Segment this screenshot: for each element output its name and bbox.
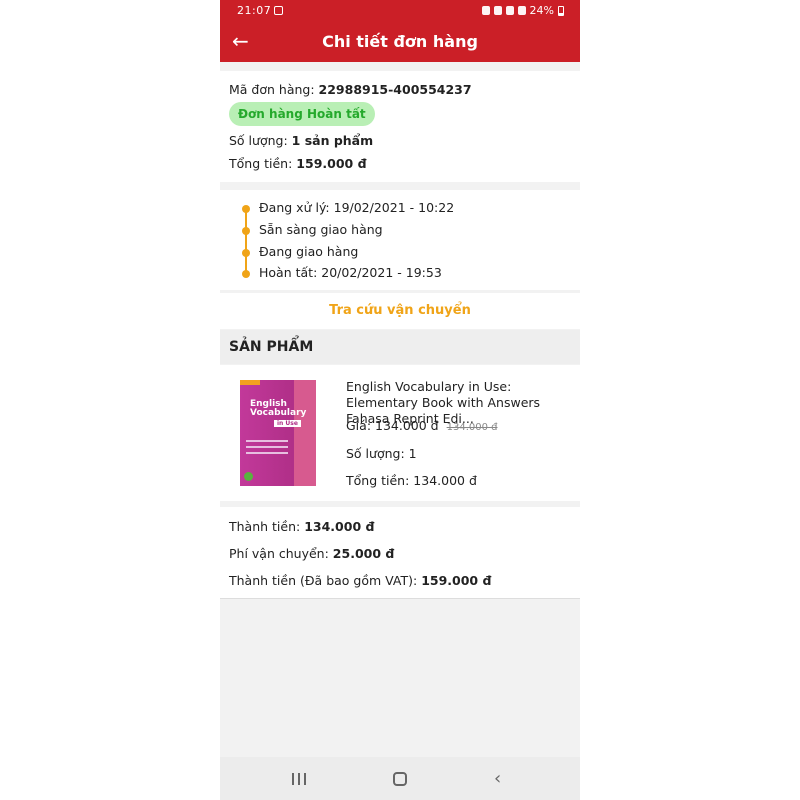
order-code-row: Mã đơn hàng: 22988915-400554237 xyxy=(229,82,472,97)
timeline-step: Sẵn sàng giao hàng xyxy=(259,222,383,237)
status-badge: Đơn hàng Hoàn tất xyxy=(229,102,375,126)
timeline-step: Hoàn tất: 20/02/2021 - 19:53 xyxy=(259,265,442,280)
product-cover-image[interactable]: English Vocabulary in Use xyxy=(240,380,316,486)
order-info-card: Mã đơn hàng: 22988915-400554237 Đơn hàng… xyxy=(220,71,580,182)
product-subtotal: 134.000 đ xyxy=(413,473,477,488)
battery-percent: 24% xyxy=(529,4,554,17)
home-icon[interactable] xyxy=(393,772,407,786)
page-title: Chi tiết đơn hàng xyxy=(322,32,478,51)
status-bar: 21:07 24% xyxy=(220,0,580,22)
order-qty: 1 sản phẩm xyxy=(291,133,374,148)
timeline-dot xyxy=(242,205,250,213)
summary-shipping: 25.000 đ xyxy=(332,546,395,561)
status-icons: 24% xyxy=(481,4,564,17)
summary-subtotal: 134.000 đ xyxy=(304,519,375,534)
product-price: 134.000 đ xyxy=(375,418,439,433)
order-total: 159.000 đ xyxy=(296,156,367,171)
product-qty-row: Số lượng: 1 xyxy=(346,446,417,461)
order-code: 22988915-400554237 xyxy=(318,82,472,97)
order-timeline: Đang xử lý: 19/02/2021 - 10:22 Sẵn sàng … xyxy=(220,190,580,290)
recent-apps-icon[interactable] xyxy=(292,773,306,785)
cover-tag: in Use xyxy=(274,420,301,427)
battery-icon xyxy=(558,5,564,16)
phone-screen: 21:07 24% ← Chi tiết đơn hàng Mã đơn hàn… xyxy=(220,0,580,800)
product-price-row: Giá: 134.000 đ 134.000 đ xyxy=(346,418,498,433)
timeline-step: Đang xử lý: 19/02/2021 - 10:22 xyxy=(259,200,455,215)
timeline-dot xyxy=(242,249,250,257)
order-total-row: Tổng tiền: 159.000 đ xyxy=(229,156,367,171)
section-title: SẢN PHẨM xyxy=(229,339,314,355)
summary-grand-total: 159.000 đ xyxy=(421,573,492,588)
notification-icon xyxy=(274,6,283,15)
product-old-price: 134.000 đ xyxy=(446,422,498,433)
timeline-line xyxy=(245,208,247,274)
summary-grand-total-row: Thành tiền (Đã bao gồm VAT): 159.000 đ xyxy=(229,573,492,588)
status-time: 21:07 xyxy=(237,4,272,17)
order-qty-row: Số lượng: 1 sản phẩm xyxy=(229,133,374,148)
products-section-header: SẢN PHẨM xyxy=(220,330,580,364)
timeline-step: Đang giao hàng xyxy=(259,244,359,259)
cover-title: English Vocabulary xyxy=(250,399,307,418)
back-chevron-icon[interactable]: ‹ xyxy=(494,768,501,789)
timeline-dot xyxy=(242,270,250,278)
product-qty: 1 xyxy=(408,446,417,461)
lock-icon xyxy=(481,6,490,15)
track-shipment-link[interactable]: Tra cứu vận chuyển xyxy=(220,293,580,329)
mute-icon xyxy=(505,6,514,15)
system-nav-bar: ‹ xyxy=(220,757,580,800)
product-item[interactable]: English Vocabulary in Use English Vocabu… xyxy=(220,365,580,501)
timeline-dot xyxy=(242,227,250,235)
product-subtotal-row: Tổng tiền: 134.000 đ xyxy=(346,473,477,488)
signal-icon xyxy=(517,6,526,15)
app-bar: ← Chi tiết đơn hàng xyxy=(220,22,580,62)
alarm-icon xyxy=(493,6,502,15)
summary-subtotal-row: Thành tiền: 134.000 đ xyxy=(229,519,375,534)
summary-shipping-row: Phí vận chuyển: 25.000 đ xyxy=(229,546,395,561)
order-summary: Thành tiền: 134.000 đ Phí vận chuyển: 25… xyxy=(220,507,580,599)
cd-icon xyxy=(244,472,253,481)
